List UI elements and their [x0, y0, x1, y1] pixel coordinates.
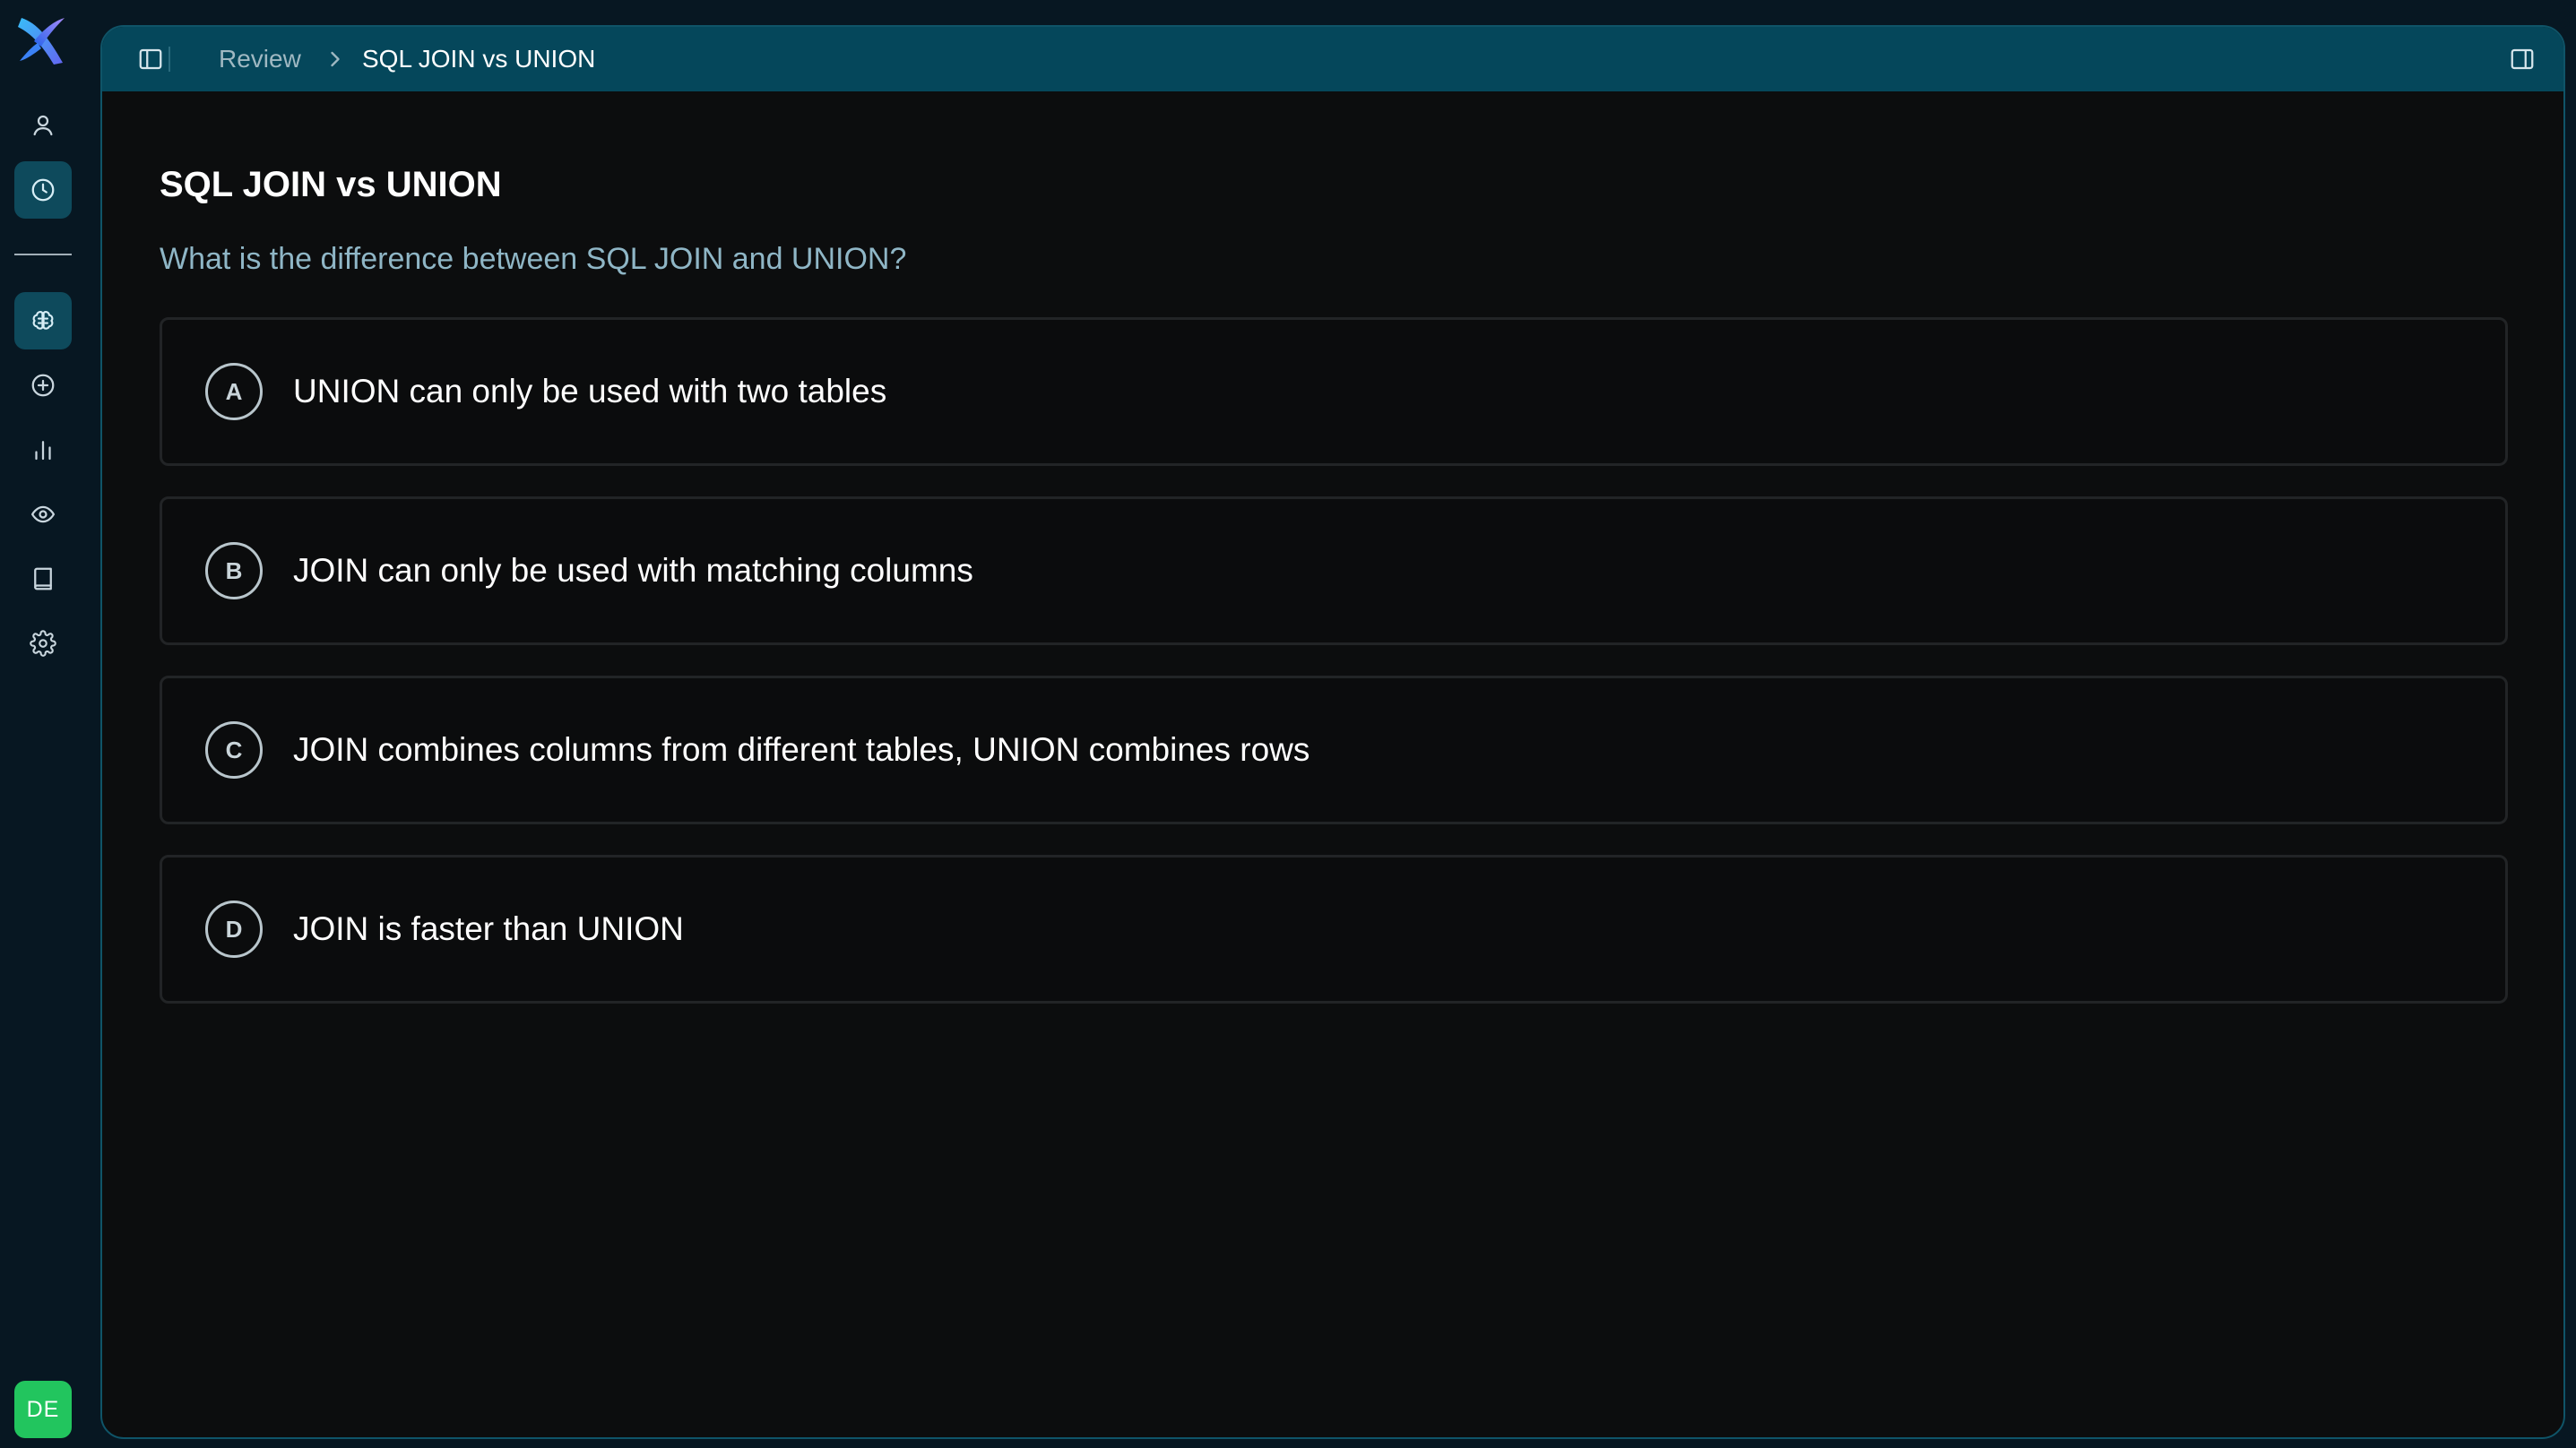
breadcrumb-current: SQL JOIN vs UNION	[362, 45, 596, 73]
sidebar-item-add[interactable]	[14, 357, 72, 414]
sidebar-divider	[14, 254, 72, 255]
option-letter-badge: C	[205, 721, 263, 779]
sidebar-item-settings[interactable]	[14, 615, 72, 672]
eye-icon	[30, 505, 56, 523]
right-panel-icon	[2511, 48, 2534, 70]
sidebar-panel-icon	[139, 48, 162, 70]
chevron-right-icon	[331, 51, 340, 67]
toggle-sidebar-button[interactable]	[134, 43, 167, 75]
user-icon	[33, 115, 53, 136]
sidebar-item-review[interactable]	[14, 292, 72, 349]
sidebar-item-stats[interactable]	[14, 421, 72, 478]
sidebar-item-library[interactable]	[14, 550, 72, 608]
option-text: JOIN combines columns from different tab…	[293, 731, 1310, 768]
main-panel: Review SQL JOIN vs UNION SQL JOIN vs UNI…	[100, 25, 2565, 1439]
book-icon	[34, 567, 52, 590]
sidebar-rail: DE	[0, 0, 86, 1448]
option-text: UNION can only be used with two tables	[293, 373, 887, 409]
breadcrumb-review[interactable]: Review	[219, 45, 301, 73]
sidebar-item-profile[interactable]	[14, 97, 72, 154]
user-avatar[interactable]: DE	[14, 1381, 72, 1438]
clock-icon	[31, 178, 55, 202]
option-text: JOIN is faster than UNION	[293, 910, 684, 947]
answer-option-b[interactable]: B JOIN can only be used with matching co…	[160, 496, 2508, 645]
brain-icon	[32, 310, 54, 330]
option-letter-badge: A	[205, 363, 263, 420]
page-title: SQL JOIN vs UNION	[160, 165, 502, 204]
app-logo-icon[interactable]	[13, 11, 73, 72]
option-text: JOIN can only be used with matching colu…	[293, 552, 973, 589]
sidebar-item-history[interactable]	[14, 161, 72, 219]
option-letter-badge: D	[205, 901, 263, 958]
answer-option-d[interactable]: D JOIN is faster than UNION	[160, 855, 2508, 1004]
bar-chart-icon	[35, 441, 51, 461]
sidebar-item-preview[interactable]	[14, 486, 72, 543]
top-bar: Review SQL JOIN vs UNION	[102, 27, 2563, 91]
answer-option-a[interactable]: A UNION can only be used with two tables	[160, 317, 2508, 466]
gear-icon	[30, 630, 56, 657]
answer-option-c[interactable]: C JOIN combines columns from different t…	[160, 676, 2508, 824]
toggle-right-panel-button[interactable]	[2506, 43, 2538, 75]
topbar-divider	[169, 47, 170, 72]
question-text: What is the difference between SQL JOIN …	[160, 242, 907, 276]
plus-circle-icon	[31, 374, 55, 397]
option-letter-badge: B	[205, 542, 263, 599]
